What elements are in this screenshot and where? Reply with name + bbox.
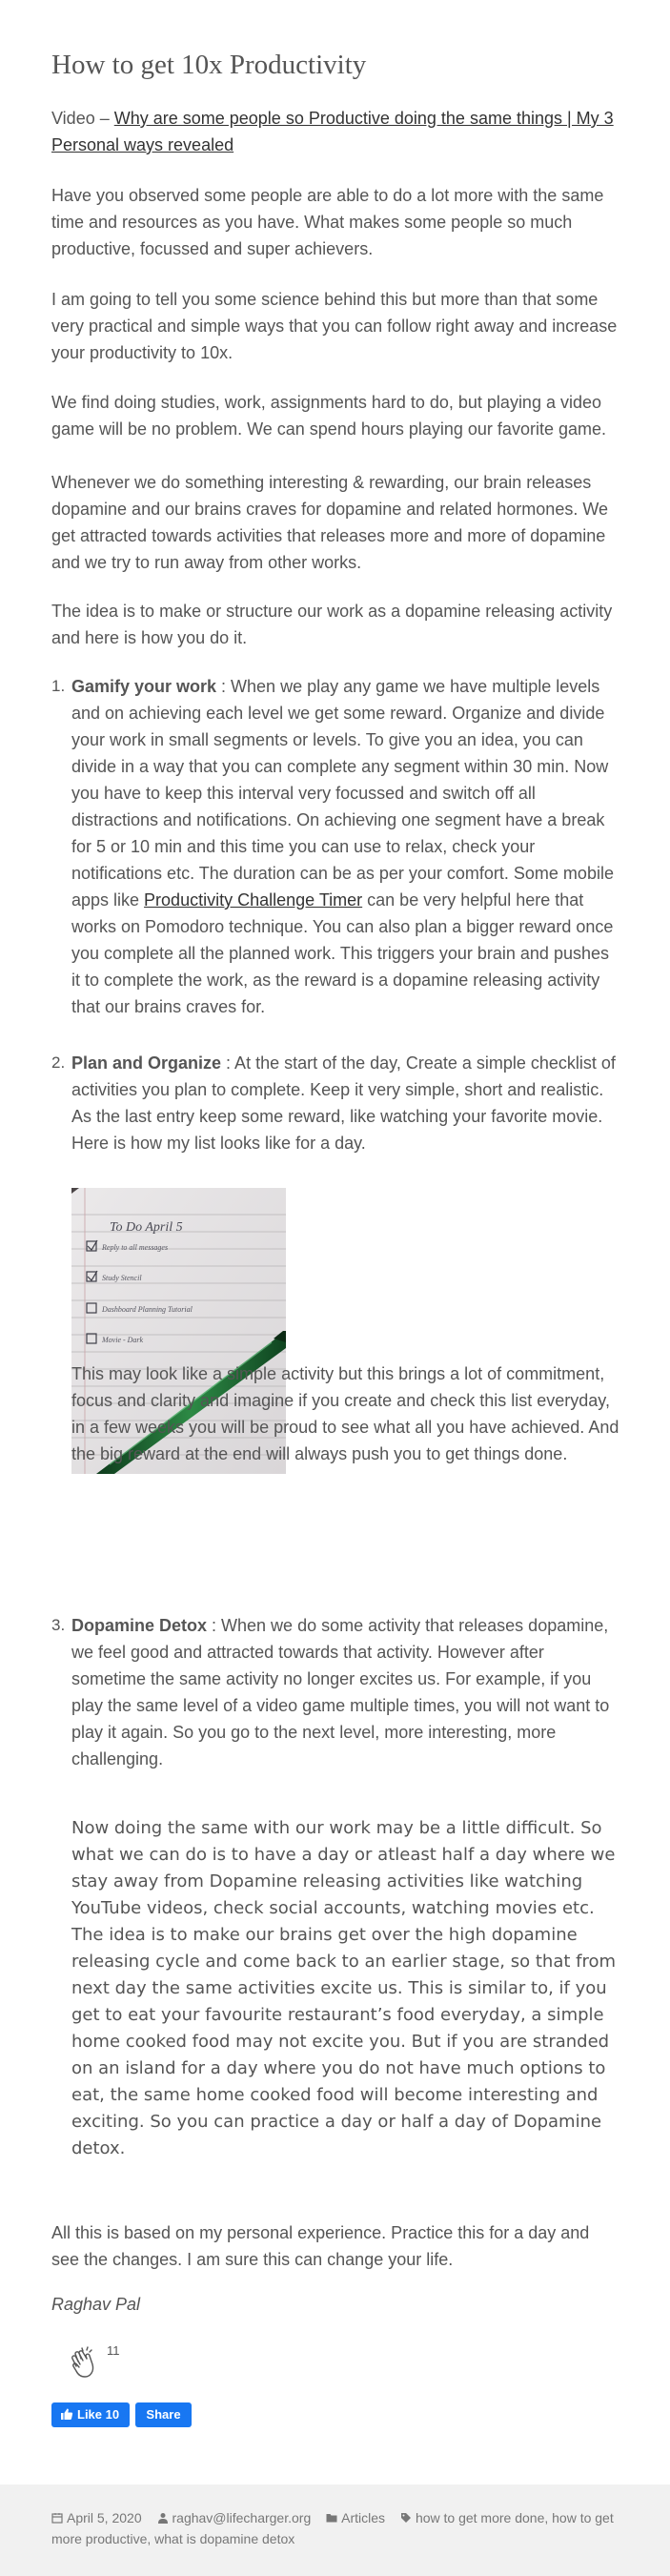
video-prefix: Video – (51, 109, 114, 128)
list-number: 1. (51, 677, 66, 695)
folder-icon (326, 2514, 337, 2523)
like-label: Like 10 (77, 2407, 120, 2422)
closing-paragraph: All this is based on my personal experie… (51, 2223, 590, 2269)
item-heading: Dopamine Detox (71, 1616, 208, 1635)
post-category-text: Articles (341, 2510, 386, 2525)
photo-entry: Reply to all messages (101, 1243, 168, 1252)
list-item-body: Dopamine Detox : When we do some activit… (71, 1612, 619, 1772)
item-heading: Gamify your work (71, 677, 217, 696)
calendar-icon (51, 2513, 63, 2524)
list-item-body: Gamify your work : When we play any game… (71, 673, 619, 1020)
dopamine-paragraph: Whenever we do something interesting & r… (51, 473, 609, 572)
detox-text: Now doing the same with our work may be … (71, 1818, 617, 2158)
photo-entry: Movie - Dark (101, 1336, 144, 1344)
post-category[interactable]: Articles (326, 2510, 389, 2525)
item-text: : When we play any game we have multiple… (71, 677, 614, 910)
post-date-text: April 5, 2020 (67, 2510, 142, 2525)
list-item: 1. Gamify your work : When we play any g… (51, 673, 619, 1020)
list-item: 3. Dopamine Detox : When we do some acti… (51, 1612, 619, 2158)
clap-count: 11 (107, 2343, 120, 2358)
video-line: Video – Why are some people so Productiv… (51, 105, 619, 158)
facebook-share-button[interactable]: Share (135, 2402, 192, 2427)
post-author-email: raghav@lifecharger.org (172, 2510, 312, 2525)
list-number: 2. (51, 1053, 66, 1072)
photo-title: To Do April 5 (110, 1220, 183, 1235)
item-after-text: This may look like a simple activity but… (71, 1364, 619, 1463)
idea-paragraph: The idea is to make or structure our wor… (51, 602, 613, 647)
post-author[interactable]: raghav@lifecharger.org (157, 2510, 315, 2525)
clap-icon[interactable] (67, 2345, 105, 2382)
facebook-like-button[interactable]: Like 10 (51, 2402, 130, 2427)
list-item-body: Plan and Organize : At the start of the … (71, 1050, 619, 1156)
list-number: 3. (51, 1616, 66, 1634)
user-icon (157, 2513, 168, 2524)
item-heading: Plan and Organize (71, 1053, 222, 1073)
tag-icon (400, 2513, 411, 2523)
post-footer: April 5, 2020 raghav@lifecharger.org Art… (0, 2484, 670, 2576)
video-link[interactable]: Why are some people so Productive doing … (51, 109, 614, 154)
productivity-timer-link[interactable]: Productivity Challenge Timer (144, 890, 362, 910)
page-title: How to get 10x Productivity (51, 50, 367, 80)
post-meta: April 5, 2020 raghav@lifecharger.org Art… (51, 2507, 619, 2549)
science-paragraph: I am going to tell you some science behi… (51, 290, 618, 362)
author-name: Raghav Pal (51, 2295, 141, 2314)
studies-paragraph: We find doing studies, work, assignments… (51, 393, 606, 439)
list-item: 2. Plan and Organize : At the start of t… (51, 1050, 619, 1474)
post-date[interactable]: April 5, 2020 (51, 2510, 146, 2525)
thumbs-up-icon (61, 2408, 73, 2420)
photo-entry: Study Stencil (102, 1274, 142, 1282)
photo-entry: Dashboard Planning Tutorial (101, 1305, 193, 1314)
item-text: : When we do some activity that releases… (71, 1616, 610, 1768)
intro-paragraph: Have you observed some people are able t… (51, 186, 604, 258)
